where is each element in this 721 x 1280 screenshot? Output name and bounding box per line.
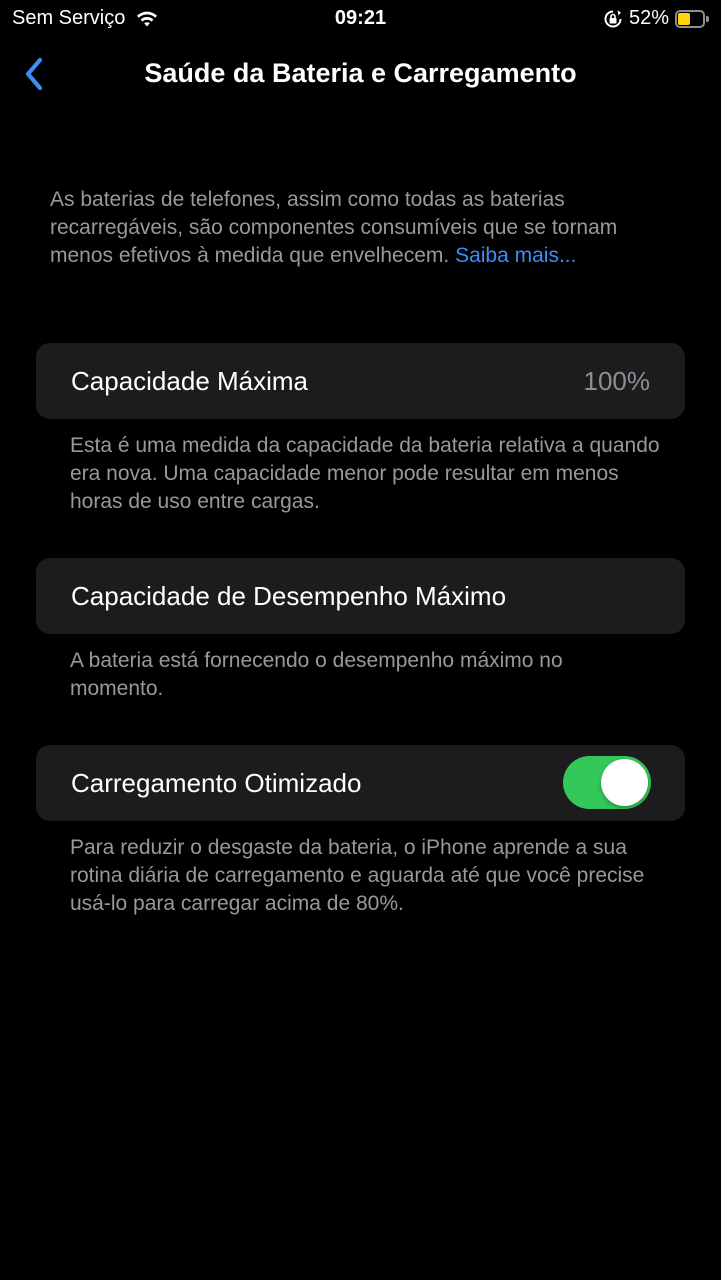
optimized-charging-label: Carregamento Otimizado (71, 768, 362, 798)
battery-percent: 52% (628, 7, 669, 29)
learn-more-link[interactable]: Saiba mais... (455, 244, 576, 267)
optimized-charging-footnote: Para reduzir o desgaste da bateria, o iP… (70, 836, 645, 915)
battery-level-fill (678, 12, 691, 25)
max-capacity-footnote: Esta é uma medida da capacidade da bater… (70, 434, 660, 513)
battery-icon (675, 9, 709, 28)
toggle-knob (601, 759, 648, 806)
optimized-charging-toggle[interactable] (563, 756, 651, 809)
max-capacity-value: 100% (583, 366, 651, 396)
optimized-charging-cell: Carregamento Otimizado (36, 745, 685, 821)
navigation-bar: Saúde da Bateria e Carregamento (0, 50, 721, 100)
peak-performance-cell: Capacidade de Desempenho Máximo (36, 558, 685, 634)
status-bar: Sem Serviço 09:21 52% (0, 0, 721, 40)
intro-description: As baterias de telefones, assim como tod… (50, 186, 660, 270)
orientation-lock-icon (604, 10, 622, 27)
max-capacity-cell: Capacidade Máxima 100% (36, 343, 685, 419)
peak-performance-footnote: A bateria está fornecendo o desempenho m… (70, 649, 563, 700)
status-right: 52% (603, 7, 709, 30)
page-title: Saúde da Bateria e Carregamento (144, 58, 577, 88)
peak-performance-label: Capacidade de Desempenho Máximo (71, 581, 507, 611)
max-capacity-label: Capacidade Máxima (71, 366, 309, 396)
